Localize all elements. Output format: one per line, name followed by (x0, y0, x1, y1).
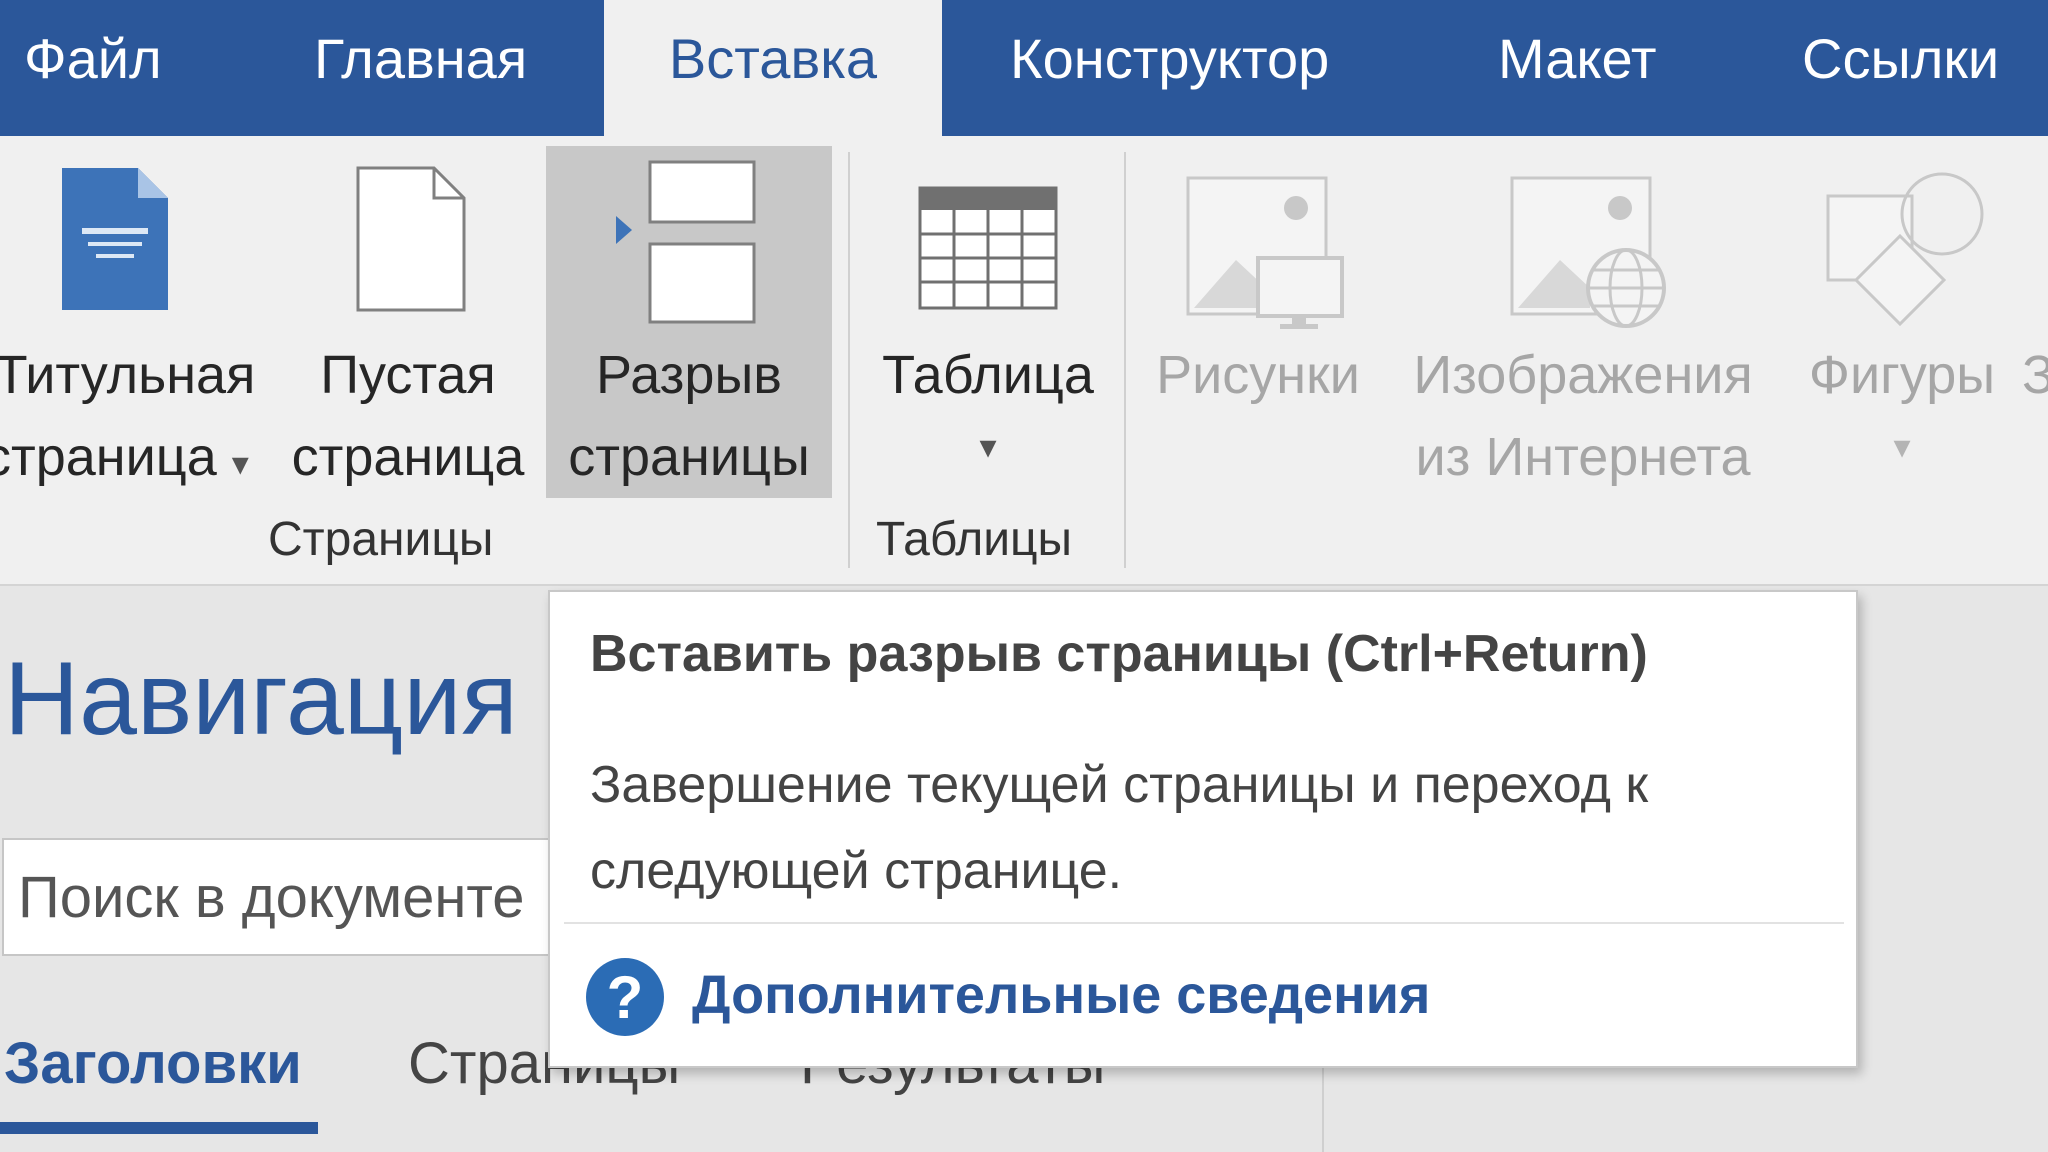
group-label-pages: Страницы (268, 513, 494, 566)
tab-insert[interactable]: Вставка (604, 0, 942, 140)
chevron-down-icon: ▾ (231, 445, 249, 483)
pictures-label: Рисунки (1156, 345, 1360, 405)
tooltip-title: Вставить разрыв страницы (Ctrl+Return) (590, 625, 1648, 683)
tab-layout[interactable]: Макет (1498, 0, 1656, 136)
group-separator (1124, 152, 1126, 568)
online-pictures-label-2: из Интернета (1415, 427, 1751, 487)
blank-page-icon (356, 166, 466, 312)
blank-page-label-2: страница (291, 427, 525, 487)
online-pictures-icon (1510, 176, 1666, 328)
shapes-icon (1826, 172, 1984, 327)
blank-page-button[interactable]: Пустая страница (278, 146, 538, 498)
more-info-link[interactable]: Дополнительные сведения (692, 964, 1430, 1026)
page-break-label-1: Разрыв (596, 345, 782, 405)
tab-file[interactable]: Файл (24, 0, 162, 136)
online-pictures-label-1: Изображения (1413, 345, 1753, 405)
tab-home[interactable]: Главная (314, 0, 527, 136)
table-label: Таблица (882, 345, 1094, 405)
ribbon-panel: Титульная страница ▾ Пустая страница Раз… (0, 136, 2048, 586)
nav-pane-title: Навигация (4, 641, 518, 757)
page-break-icon (616, 160, 756, 324)
chevron-down-icon: ▾ (979, 428, 997, 466)
shapes-button[interactable]: Фигуры ▾ (1784, 146, 2020, 498)
tooltip-description: Завершение текущей страницы и переход к … (590, 756, 1649, 900)
nav-tab-headings[interactable]: Заголовки (4, 1030, 302, 1097)
tab-design[interactable]: Конструктор (1010, 0, 1329, 136)
ribbon-tab-bar: Файл Главная Вставка Конструктор Макет С… (0, 0, 2048, 140)
group-label-tables: Таблицы (876, 513, 1073, 566)
cover-page-icon (62, 168, 168, 310)
tab-references[interactable]: Ссылки (1802, 0, 1999, 136)
cover-page-label-2: страница (0, 427, 217, 487)
table-icon (918, 186, 1058, 310)
cover-page-button[interactable]: Титульная страница ▾ (0, 146, 270, 498)
chevron-down-icon: ▾ (1893, 428, 1911, 466)
pictures-button[interactable]: Рисунки (1140, 146, 1376, 498)
help-icon[interactable]: ? (586, 958, 664, 1036)
partial-next-button-label: З (2022, 345, 2048, 405)
page-break-label-2: страницы (568, 427, 810, 487)
online-pictures-button[interactable]: Изображения из Интернета (1392, 146, 1774, 498)
group-separator (848, 152, 850, 568)
pictures-icon (1186, 176, 1344, 329)
page-break-button[interactable]: Разрыв страницы (546, 146, 832, 498)
tooltip-divider (564, 922, 1844, 924)
cover-page-label-1: Титульная (0, 345, 256, 405)
shapes-label: Фигуры (1808, 345, 1996, 405)
table-button[interactable]: Таблица ▾ (864, 146, 1112, 498)
active-tab-underline (0, 1122, 318, 1134)
blank-page-label-1: Пустая (320, 345, 496, 405)
page-break-tooltip: Вставить разрыв страницы (Ctrl+Return) З… (548, 590, 1858, 1068)
